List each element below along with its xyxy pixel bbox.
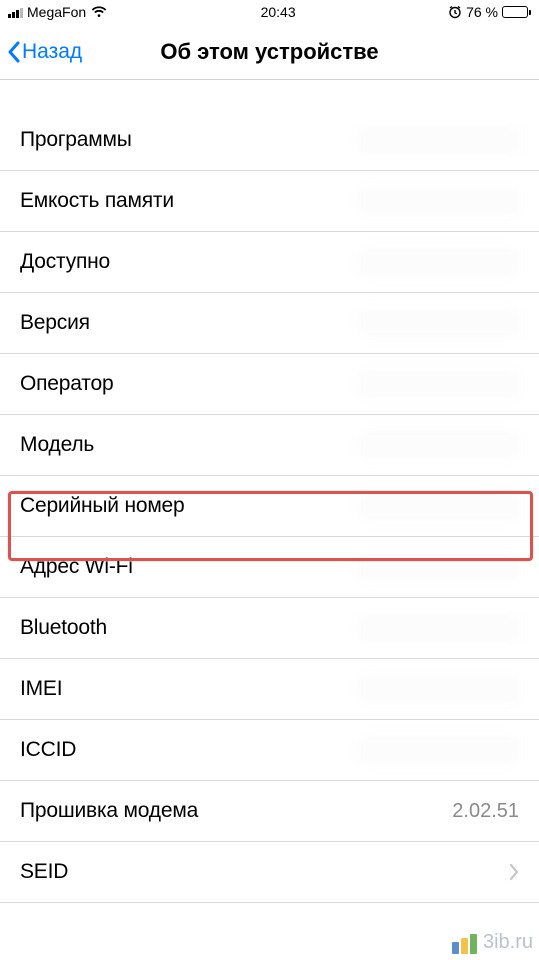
row-label: Bluetooth: [20, 616, 107, 640]
status-bar: MegaFon 20:43 76 %: [0, 0, 539, 24]
row-value-blurred: [359, 309, 519, 337]
row-label: ICCID: [20, 738, 76, 762]
watermark: 3ib.ru: [452, 931, 533, 954]
status-left: MegaFon: [8, 4, 108, 20]
row-value-blurred: [359, 126, 519, 154]
row-label: Адрес Wi-Fi: [20, 555, 133, 579]
row-label: Программы: [20, 128, 132, 152]
row-apps[interactable]: Программы: [0, 110, 539, 171]
row-version[interactable]: Версия: [0, 293, 539, 354]
row-label: Версия: [20, 311, 90, 335]
row-value-blurred: [359, 736, 519, 764]
row-label: IMEI: [20, 677, 62, 701]
row-imei[interactable]: IMEI: [0, 659, 539, 720]
row-label: Оператор: [20, 372, 113, 396]
chevron-right-icon: [509, 863, 519, 881]
row-value-blurred: [359, 675, 519, 703]
row-value-blurred: [359, 187, 519, 215]
row-value-blurred: [359, 553, 519, 581]
back-button[interactable]: Назад: [6, 40, 82, 64]
back-label: Назад: [22, 40, 82, 64]
status-time: 20:43: [261, 4, 296, 20]
battery-icon: [502, 6, 531, 18]
row-capacity[interactable]: Емкость памяти: [0, 171, 539, 232]
row-label: Прошивка модема: [20, 799, 198, 823]
row-label: Серийный номер: [20, 494, 185, 518]
row-wifi-address[interactable]: Адрес Wi-Fi: [0, 537, 539, 598]
row-iccid[interactable]: ICCID: [0, 720, 539, 781]
row-available[interactable]: Доступно: [0, 232, 539, 293]
battery-percent: 76 %: [466, 4, 498, 20]
row-label: SEID: [20, 860, 68, 884]
row-modem-firmware[interactable]: Прошивка модема 2.02.51: [0, 781, 539, 842]
page-title: Об этом устройстве: [10, 39, 529, 65]
carrier-label: MegaFon: [27, 4, 86, 20]
row-bluetooth[interactable]: Bluetooth: [0, 598, 539, 659]
row-value-blurred: [359, 431, 519, 459]
chevron-left-icon: [6, 40, 22, 64]
row-value-blurred: [359, 492, 519, 520]
row-model[interactable]: Модель: [0, 415, 539, 476]
wifi-icon: [90, 5, 108, 19]
row-serial-number[interactable]: Серийный номер: [0, 476, 539, 537]
alarm-icon: [448, 5, 462, 19]
watermark-text: 3ib.ru: [483, 931, 533, 954]
watermark-icon: [452, 932, 478, 954]
row-value-blurred: [359, 370, 519, 398]
row-label: Емкость памяти: [20, 189, 174, 213]
nav-bar: Назад Об этом устройстве: [0, 24, 539, 80]
row-value-blurred: [359, 614, 519, 642]
row-value: 2.02.51: [452, 800, 519, 823]
row-carrier[interactable]: Оператор: [0, 354, 539, 415]
signal-icon: [8, 6, 23, 18]
row-seid[interactable]: SEID: [0, 842, 539, 903]
row-value-blurred: [359, 248, 519, 276]
status-right: 76 %: [448, 4, 531, 20]
row-label: Модель: [20, 433, 94, 457]
about-list: Программы Емкость памяти Доступно Версия…: [0, 110, 539, 903]
row-label: Доступно: [20, 250, 110, 274]
